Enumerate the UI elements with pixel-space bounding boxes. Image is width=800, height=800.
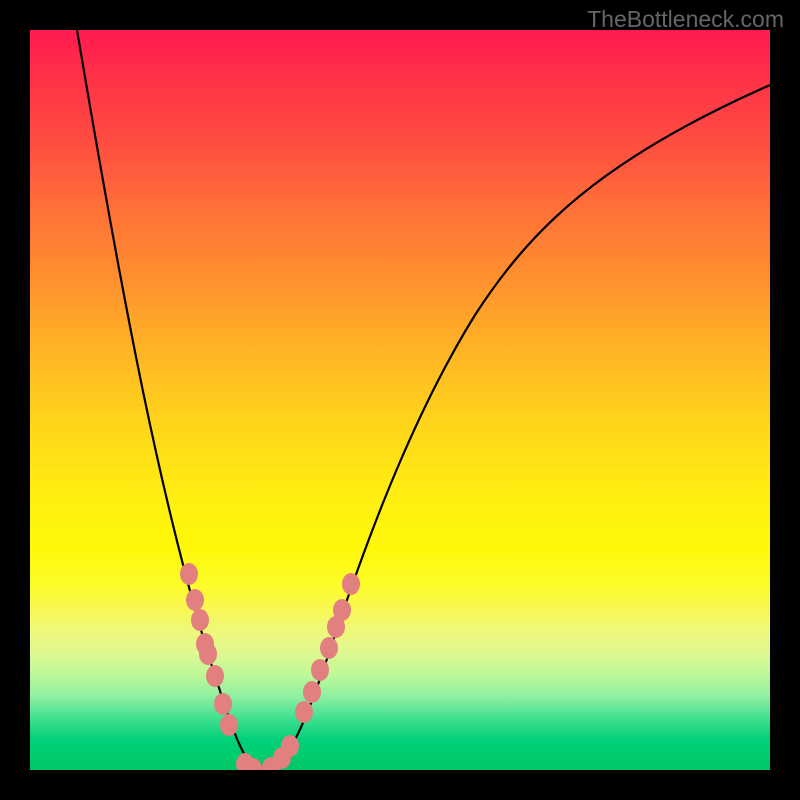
scatter-point	[303, 681, 321, 703]
scatter-point	[186, 589, 204, 611]
scatter-point	[191, 609, 209, 631]
scatter-point	[333, 599, 351, 621]
scatter-point	[311, 659, 329, 681]
scatter-point	[180, 563, 198, 585]
scatter-point	[281, 735, 299, 757]
scatter-point	[295, 701, 313, 723]
scatter-point	[199, 643, 217, 665]
scatter-point	[320, 637, 338, 659]
scatter-point	[206, 665, 224, 687]
watermark-text: TheBottleneck.com	[587, 6, 784, 33]
chart-area	[30, 30, 770, 770]
scatter-markers	[180, 563, 360, 770]
chart-svg	[30, 30, 770, 770]
scatter-point	[220, 714, 238, 736]
bottleneck-curve	[77, 30, 770, 770]
scatter-point	[342, 573, 360, 595]
scatter-point	[214, 693, 232, 715]
